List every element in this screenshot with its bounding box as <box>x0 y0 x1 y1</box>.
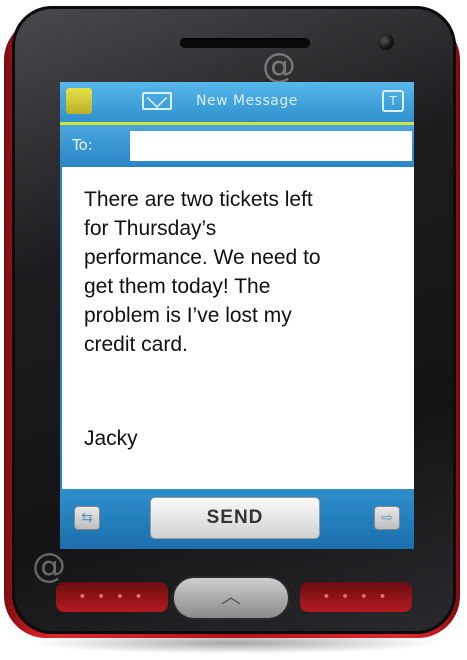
to-label: To: <box>72 136 93 154</box>
recipient-input[interactable] <box>130 131 412 161</box>
message-body[interactable]: There are two tickets left for Thursday’… <box>60 167 414 489</box>
envelope-icon <box>142 92 172 110</box>
left-arrow-icon[interactable]: ⇆ <box>74 506 100 530</box>
message-signature: Jacky <box>84 427 138 450</box>
message-text: There are two tickets left for Thursday’… <box>84 188 321 356</box>
menu-key[interactable]: • • • • <box>56 582 168 612</box>
back-key[interactable]: • • • • <box>300 582 412 612</box>
chevron-up-icon: ︿ <box>221 584 241 608</box>
battery-icon <box>66 88 92 114</box>
message-header: New Message T <box>60 82 414 125</box>
screen-title: New Message <box>196 93 298 109</box>
antenna-icon: T <box>382 90 404 112</box>
send-button[interactable]: SEND <box>150 497 320 539</box>
front-camera <box>378 34 394 50</box>
swirl-watermark-icon: @ <box>262 46 296 86</box>
phone-screen: New Message T To: There are two tickets … <box>60 82 414 648</box>
recipient-row: To: <box>60 125 414 167</box>
home-button[interactable]: ︿ <box>172 576 290 620</box>
action-bar: ⇆ SEND ⇨ <box>60 489 414 549</box>
right-arrow-icon[interactable]: ⇨ <box>374 506 400 530</box>
